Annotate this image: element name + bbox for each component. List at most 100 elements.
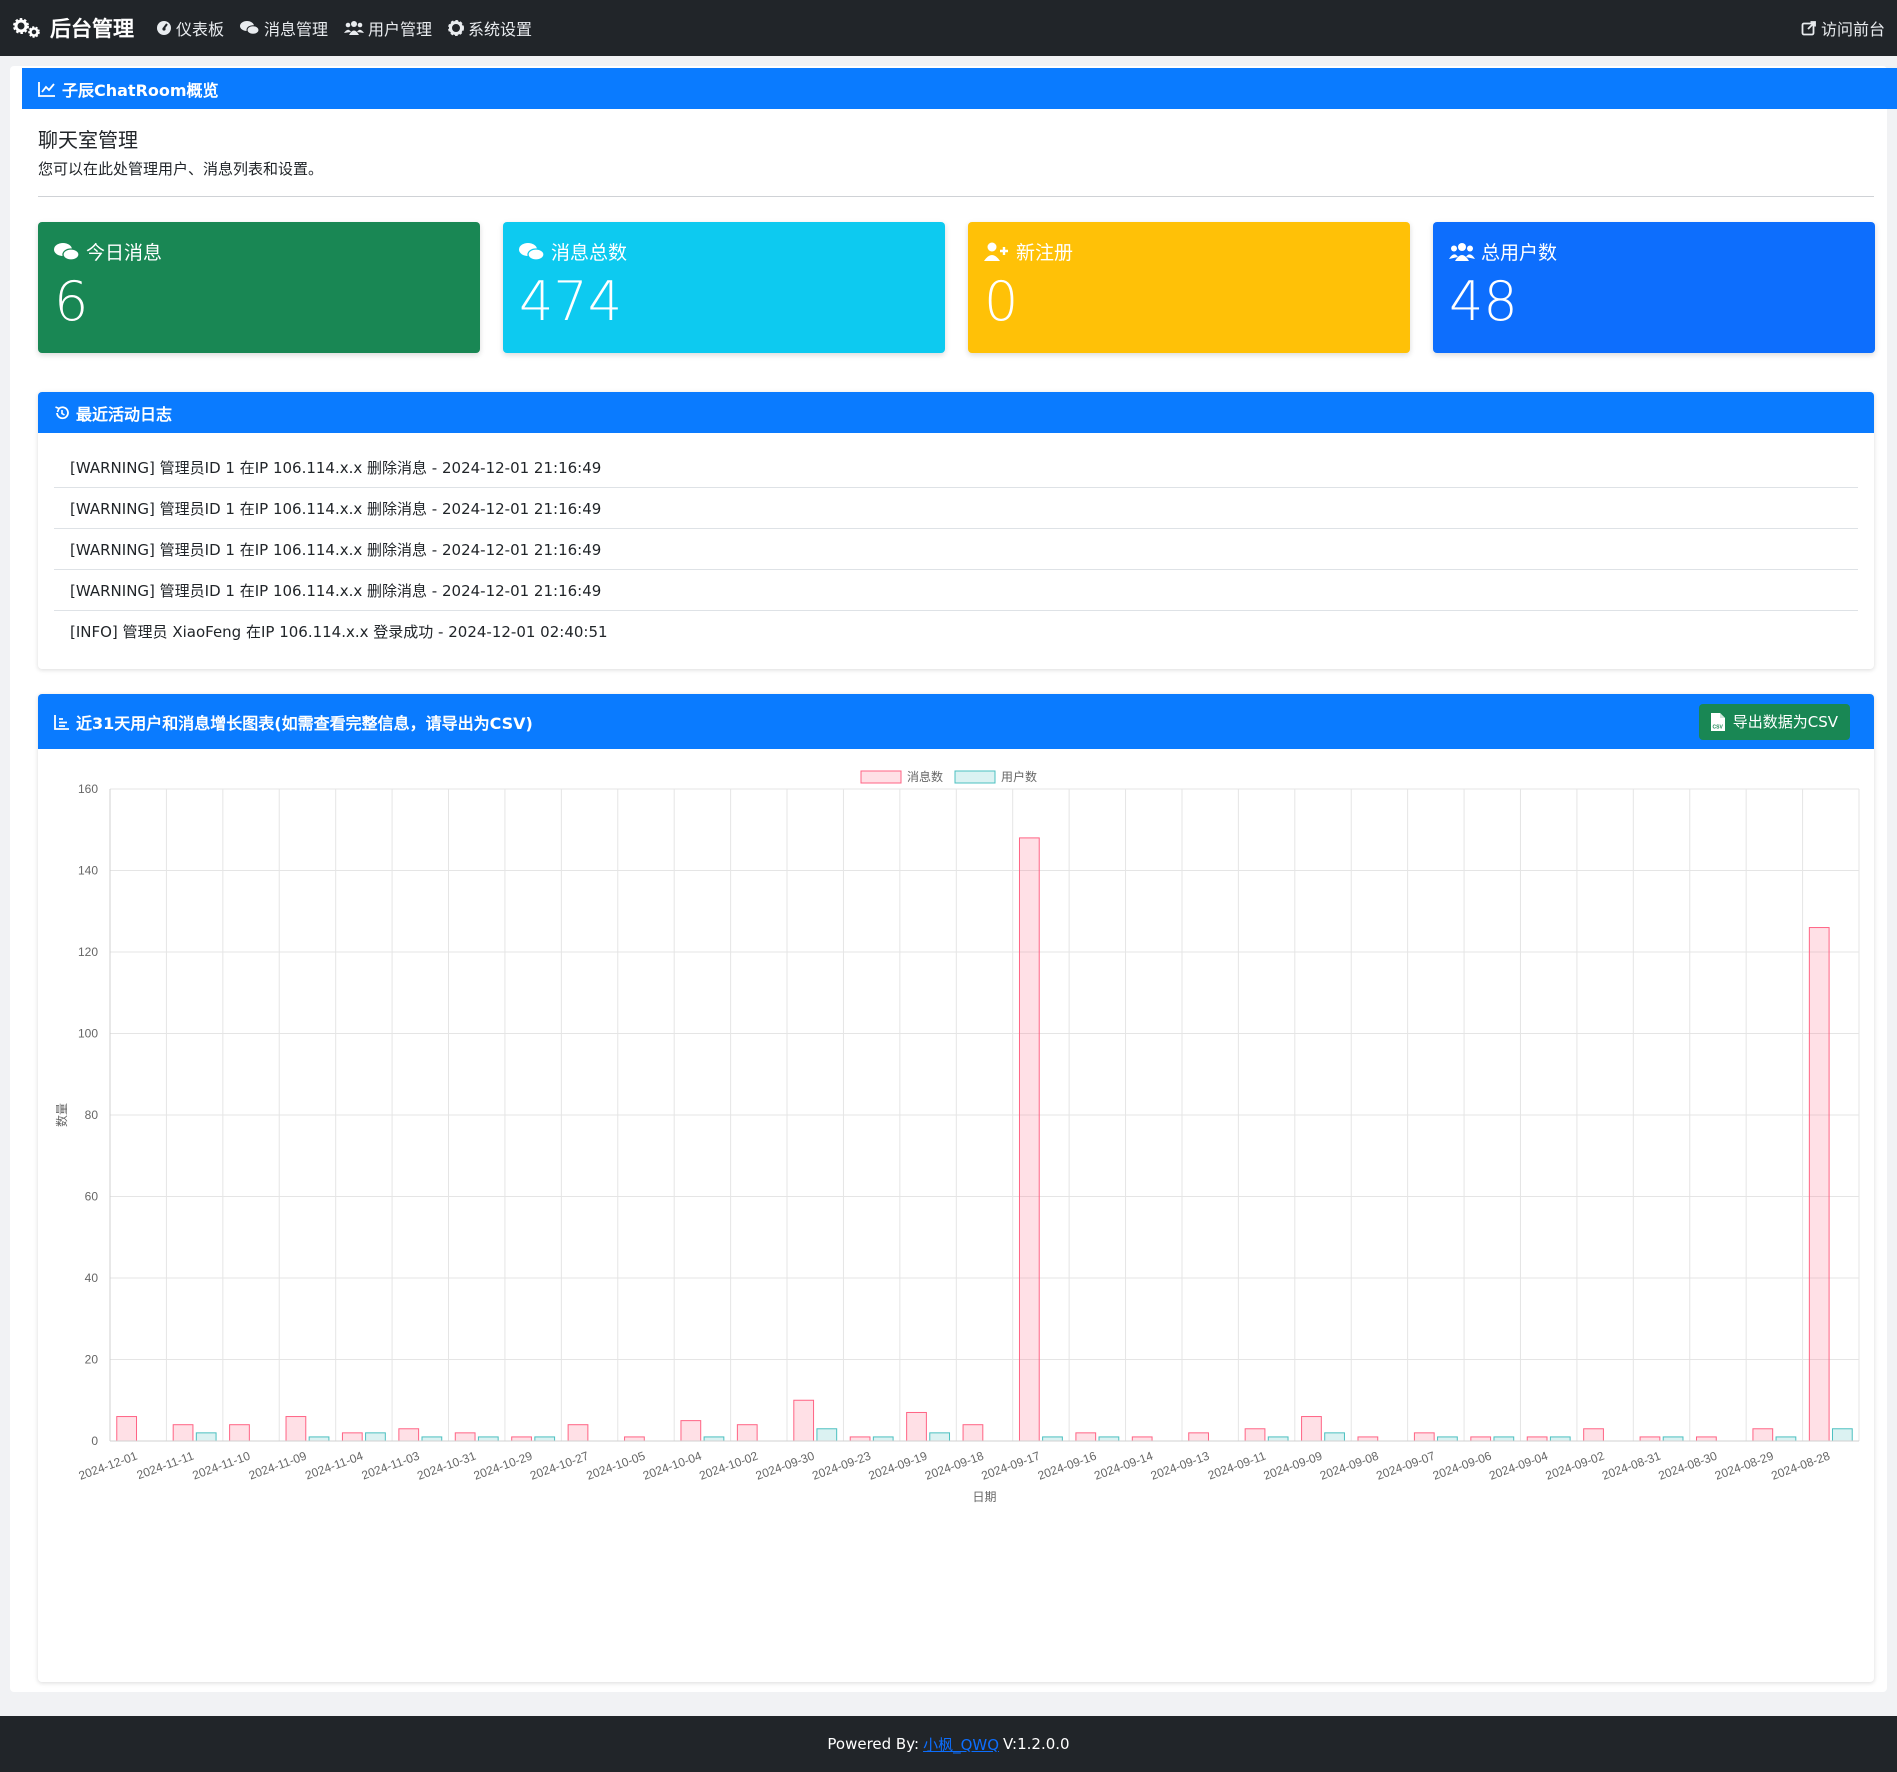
stat-total-messages-value: 474 — [519, 270, 623, 333]
x-tick-label: 2024-09-17 — [979, 1449, 1042, 1483]
log-item: [INFO] 管理员 XiaoFeng 在IP 106.114.x.x 登录成功… — [70, 623, 608, 641]
export-csv-label: 导出数据为CSV — [1732, 713, 1838, 731]
bar-users — [1437, 1436, 1458, 1442]
divider — [38, 196, 1874, 197]
x-tick-label: 2024-08-30 — [1657, 1449, 1720, 1483]
x-tick-label: 2024-08-29 — [1713, 1449, 1776, 1483]
y-tick-label: 60 — [85, 1190, 99, 1204]
chart-bar-icon — [54, 714, 69, 730]
x-tick-label: 2024-10-31 — [415, 1449, 478, 1483]
bar-messages — [1075, 1432, 1097, 1442]
bar-users — [534, 1436, 556, 1442]
y-tick-label: 100 — [78, 1027, 98, 1041]
history-icon — [55, 405, 69, 419]
x-tick-label: 2024-10-29 — [472, 1449, 535, 1483]
bar-messages — [1301, 1416, 1322, 1442]
bar-users — [1831, 1428, 1853, 1442]
bar-messages — [567, 1424, 589, 1442]
bar-messages — [116, 1416, 138, 1442]
page-title: 聊天室管理 — [38, 128, 138, 152]
footer-version: V:1.2.0.0 — [1003, 1735, 1070, 1753]
bar-messages — [172, 1424, 194, 1442]
log-item: [WARNING] 管理员ID 1 在IP 106.114.x.x 删除消息 -… — [54, 488, 1858, 529]
x-tick-label: 2024-09-04 — [1487, 1449, 1550, 1483]
x-tick-label: 2024-11-09 — [247, 1449, 309, 1483]
stat-card-total-messages: 消息总数 474 — [503, 222, 945, 353]
x-tick-label: 2024-10-27 — [528, 1449, 591, 1483]
x-tick-label: 2024-11-03 — [360, 1449, 422, 1483]
stat-new-registrations-label: 新注册 — [1016, 242, 1074, 264]
stat-total-users-value: 48 — [1449, 270, 1518, 333]
x-tick-label: 2024-09-08 — [1318, 1449, 1381, 1483]
legend-swatch — [860, 770, 902, 784]
x-tick-label: 2024-11-04 — [303, 1449, 365, 1483]
bar-messages — [454, 1432, 476, 1442]
bar-users — [1662, 1436, 1684, 1442]
x-tick-label: 2024-10-05 — [585, 1449, 648, 1483]
legend-swatch — [954, 770, 996, 784]
page-subtitle: 您可以在此处管理用户、消息列表和设置。 — [38, 160, 324, 178]
x-tick-label: 2024-09-11 — [1206, 1449, 1268, 1483]
activity-log-list: [WARNING] 管理员ID 1 在IP 106.114.x.x 删除消息 -… — [38, 433, 1874, 652]
nav-users[interactable]: 用户管理 — [344, 16, 432, 40]
growth-chart-panel: 近31天用户和消息增长图表(如需查看完整信息，请导出为CSV) CSV 导出数据… — [38, 694, 1874, 1682]
x-tick-label: 2024-11-10 — [190, 1449, 252, 1483]
bar-users — [816, 1428, 838, 1442]
bar-messages — [511, 1436, 532, 1442]
growth-chart-header: 近31天用户和消息增长图表(如需查看完整信息，请导出为CSV) CSV 导出数据… — [38, 694, 1874, 749]
bar-messages — [1188, 1432, 1209, 1442]
overview-header: 子辰ChatRoom概览 — [22, 68, 1897, 109]
file-csv-icon: CSV — [1710, 712, 1725, 731]
footer-author-link[interactable]: 小枫_QWQ — [923, 1734, 999, 1755]
x-tick-label: 2024-10-04 — [641, 1449, 704, 1483]
x-tick-label: 2024-09-30 — [754, 1449, 817, 1483]
stat-today-messages-title: 今日消息 — [54, 238, 464, 265]
bar-messages — [229, 1424, 250, 1442]
bar-messages — [1526, 1436, 1548, 1442]
bar-users — [195, 1432, 217, 1442]
legend-label: 消息数 — [907, 769, 943, 784]
activity-log-header: 最近活动日志 — [38, 392, 1874, 433]
x-tick-label: 2024-09-18 — [923, 1449, 986, 1483]
bar-messages — [1018, 837, 1040, 1442]
external-link-icon — [1801, 21, 1816, 36]
stat-card-total-users: 总用户数 48 — [1433, 222, 1875, 353]
x-tick-label: 2024-12-01 — [77, 1449, 140, 1483]
nav-visit-frontend[interactable]: 访问前台 — [1801, 16, 1885, 40]
bar-users — [929, 1432, 951, 1442]
x-tick-label: 2024-09-09 — [1262, 1449, 1325, 1483]
x-tick-label: 2024-09-06 — [1431, 1449, 1494, 1483]
x-tick-label: 2024-09-14 — [1092, 1449, 1155, 1483]
bar-messages — [849, 1436, 871, 1442]
bar-messages — [341, 1432, 363, 1442]
stat-today-messages-value: 6 — [54, 270, 89, 333]
nav-settings[interactable]: 系统设置 — [448, 16, 532, 40]
nav-dashboard[interactable]: 仪表板 — [156, 16, 224, 40]
brand[interactable]: 后台管理 — [12, 13, 134, 43]
stat-new-registrations-value: 0 — [984, 270, 1019, 333]
bar-messages — [1752, 1428, 1774, 1442]
stat-new-registrations-title: 新注册 — [984, 238, 1394, 265]
svg-text:CSV: CSV — [1712, 724, 1723, 730]
x-tick-label: 2024-09-16 — [1036, 1449, 1099, 1483]
users-icon — [344, 21, 365, 35]
bar-messages — [1583, 1428, 1604, 1442]
nav-messages[interactable]: 消息管理 — [240, 16, 328, 40]
bar-users — [1493, 1436, 1515, 1442]
brand-label: 后台管理 — [50, 17, 134, 41]
top-navbar: 后台管理 仪表板 消息管理 用户管理 系统设置 访问前台 — [0, 0, 1897, 56]
stat-total-users-label: 总用户数 — [1481, 242, 1558, 264]
x-tick-label: 2024-09-02 — [1544, 1449, 1607, 1483]
users-icon — [1449, 242, 1475, 261]
bar-messages — [1244, 1428, 1266, 1442]
y-tick-label: 80 — [85, 1108, 99, 1122]
stat-card-today-messages: 今日消息 6 — [38, 222, 480, 353]
log-item: [WARNING] 管理员ID 1 在IP 106.114.x.x 删除消息 -… — [54, 570, 1858, 611]
nav-messages-label: 消息管理 — [264, 20, 329, 39]
bar-users — [1267, 1436, 1289, 1442]
x-tick-label: 2024-09-07 — [1374, 1449, 1437, 1483]
bar-users — [703, 1436, 725, 1442]
y-tick-label: 140 — [78, 864, 98, 878]
activity-log-header-label: 最近活动日志 — [76, 404, 173, 424]
export-csv-button[interactable]: CSV 导出数据为CSV — [1698, 703, 1850, 740]
